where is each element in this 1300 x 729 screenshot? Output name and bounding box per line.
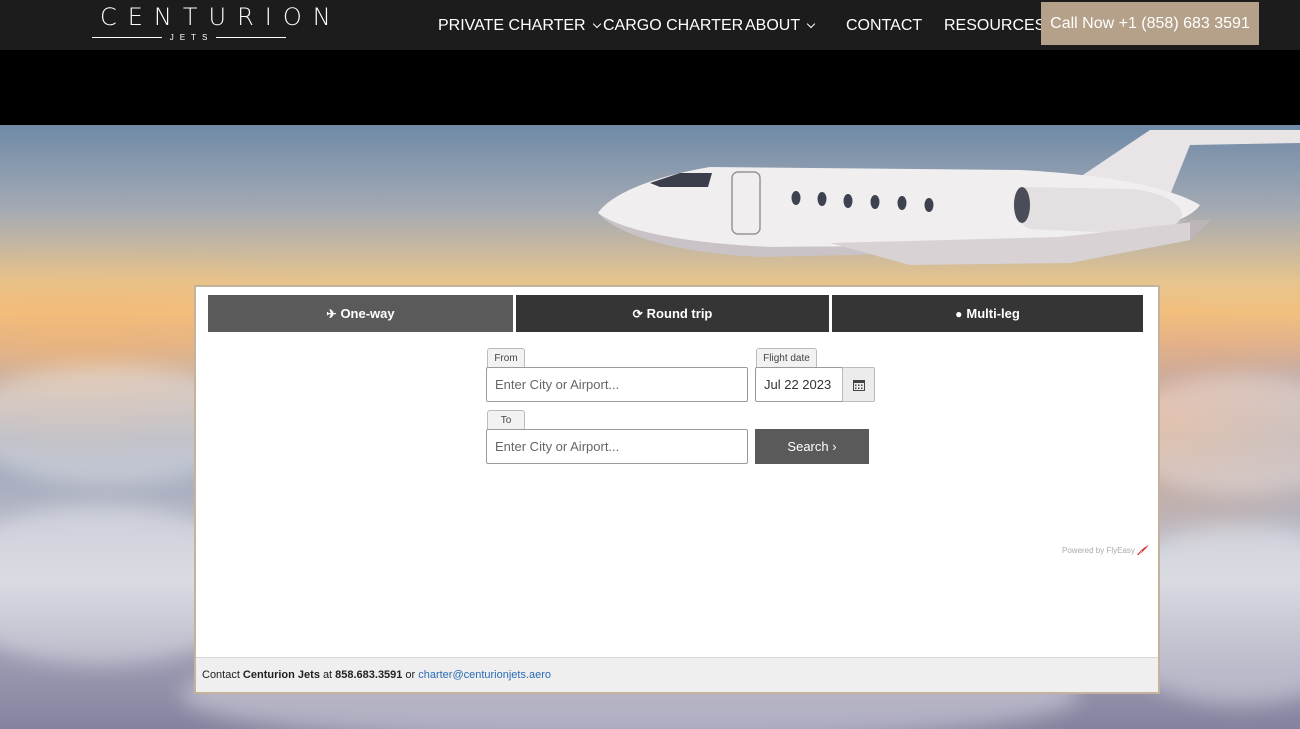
tab-one-way[interactable]: ✈ One-way bbox=[208, 295, 513, 332]
search-button[interactable]: Search › bbox=[755, 429, 869, 464]
tab-multi-leg[interactable]: ● Multi-leg bbox=[832, 295, 1143, 332]
plane-icon: ✈ bbox=[326, 306, 337, 321]
nav-cargo-charter-label: CARGO CHARTER bbox=[603, 17, 744, 34]
to-label: To bbox=[487, 410, 525, 430]
nav-contact[interactable]: CONTACT bbox=[846, 17, 922, 35]
logo-subline: JETS bbox=[92, 32, 286, 44]
chevron-down-icon bbox=[806, 19, 816, 29]
nav-resources-label: RESOURCES bbox=[944, 17, 1046, 34]
globe-icon: ● bbox=[955, 306, 963, 321]
flight-date-label: Flight date bbox=[756, 348, 817, 368]
logo-rule-right bbox=[216, 37, 286, 38]
tab-round-trip[interactable]: ⟳ Round trip bbox=[516, 295, 829, 332]
logo-rule-left bbox=[92, 37, 162, 38]
calendar-icon bbox=[852, 379, 865, 391]
tab-one-way-label: One-way bbox=[340, 306, 395, 321]
footer-or: or bbox=[405, 669, 416, 681]
flyeasy-wing-icon bbox=[1136, 545, 1149, 555]
nav-cargo-charter[interactable]: CARGO CHARTER bbox=[603, 17, 743, 35]
footer-at: at bbox=[322, 669, 333, 681]
centurion-jets-logo[interactable]: CENTURION JETS bbox=[92, 3, 342, 44]
logo-wordmark: CENTURION bbox=[100, 3, 342, 31]
private-jet-image bbox=[598, 130, 1300, 265]
refresh-icon: ⟳ bbox=[632, 306, 643, 321]
logo-subtitle: JETS bbox=[169, 33, 214, 42]
footer-prefix: Contact bbox=[202, 669, 240, 681]
chevron-down-icon bbox=[592, 19, 601, 29]
nav-about-label: ABOUT bbox=[745, 17, 801, 34]
footer-phone: 858.683.3591 bbox=[335, 669, 403, 681]
flight-date-input[interactable]: Jul 22 2023 bbox=[755, 367, 843, 402]
footer-company: Centurion Jets bbox=[242, 669, 320, 681]
nav-private-charter[interactable]: PRIVATE CHARTER bbox=[438, 17, 601, 35]
call-now-button[interactable]: Call Now +1 (858) 683 3591 bbox=[1041, 2, 1259, 45]
nav-about[interactable]: ABOUT bbox=[745, 17, 816, 35]
calendar-button[interactable] bbox=[842, 367, 875, 402]
nav-private-charter-label: PRIVATE CHARTER bbox=[438, 17, 586, 34]
nav-contact-label: CONTACT bbox=[846, 17, 923, 34]
to-input[interactable]: Enter City or Airport... bbox=[486, 429, 748, 464]
from-label: From bbox=[487, 348, 525, 368]
powered-by-flyeasy[interactable]: Powered by FlyEasy bbox=[1062, 545, 1149, 555]
contact-footer: Contact Centurion Jets at 858.683.3591 o… bbox=[196, 657, 1158, 692]
powered-by-text: Powered by FlyEasy bbox=[1062, 545, 1135, 555]
from-input[interactable]: Enter City or Airport... bbox=[486, 367, 748, 402]
footer-email-link[interactable]: charter@centurionjets.aero bbox=[418, 669, 551, 681]
tab-multi-leg-label: Multi-leg bbox=[966, 306, 1020, 321]
flight-search-widget: ✈ One-way ⟳ Round trip ● Multi-leg From … bbox=[194, 285, 1160, 694]
top-navbar: CENTURION JETS PRIVATE CHARTER CARGO CHA… bbox=[0, 0, 1300, 50]
tab-round-trip-label: Round trip bbox=[646, 306, 713, 321]
